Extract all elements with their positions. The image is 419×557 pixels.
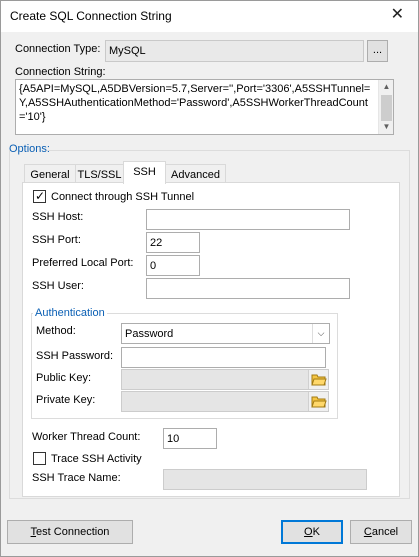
test-connection-label: est Connection (36, 526, 110, 538)
window-title: Create SQL Connection String (10, 9, 172, 23)
scroll-thumb[interactable] (381, 95, 392, 121)
ssh-trace-name-input[interactable] (163, 469, 367, 490)
private-key-input[interactable] (121, 391, 329, 412)
options-right-border (409, 150, 410, 498)
tab-advanced[interactable]: Advanced (165, 164, 226, 184)
ok-button[interactable]: OK (281, 520, 343, 544)
public-key-label: Public Key: (36, 372, 92, 384)
chevron-down-icon[interactable]: ⌵ (312, 324, 329, 343)
options-left-border (9, 150, 10, 498)
ssh-host-input[interactable] (146, 209, 350, 230)
trace-ssh-checkbox[interactable] (33, 452, 46, 465)
method-value: Password (125, 328, 174, 340)
public-key-browse-button[interactable] (308, 370, 328, 389)
ok-mnemonic: O (304, 526, 313, 538)
method-dropdown[interactable]: Password ⌵ (121, 323, 330, 344)
scroll-down-icon[interactable]: ▼ (379, 120, 393, 134)
ssh-port-input[interactable]: 22 (146, 232, 200, 253)
folder-open-icon (311, 374, 327, 386)
tab-tls-ssl[interactable]: TLS/SSL (75, 164, 124, 184)
method-label: Method: (36, 325, 76, 337)
connection-string-textarea[interactable]: {A5API=MySQL,A5DBVersion=5.7,Server='',P… (15, 79, 394, 135)
connection-type-field: MySQL (105, 40, 364, 62)
ssh-password-label: SSH Password: (36, 350, 114, 362)
options-divider (47, 150, 409, 151)
cancel-mnemonic: C (363, 526, 372, 538)
local-port-input[interactable]: 0 (146, 255, 200, 276)
ssh-tunnel-checkbox[interactable]: ✓ (33, 189, 46, 203)
trace-ssh-label: Trace SSH Activity (51, 453, 142, 465)
title-bar: Create SQL Connection String ✕ (1, 1, 418, 32)
ssh-port-label: SSH Port: (32, 234, 81, 246)
worker-thread-count-input[interactable]: 10 (163, 428, 217, 449)
browse-connection-type-button[interactable]: ... (367, 40, 388, 62)
options-label: Options: (9, 143, 50, 155)
connection-string-label: Connection String: (15, 66, 106, 78)
dialog-window: Create SQL Connection String ✕ Connectio… (0, 0, 419, 557)
worker-thread-count-label: Worker Thread Count: (32, 431, 141, 443)
connection-type-label: Connection Type: (15, 43, 101, 55)
local-port-label: Preferred Local Port: (32, 257, 134, 269)
ssh-tunnel-label: Connect through SSH Tunnel (51, 191, 195, 203)
tab-ssh[interactable]: SSH (123, 161, 166, 184)
ssh-user-label: SSH User: (32, 280, 84, 292)
cancel-button[interactable]: Cancel (350, 520, 412, 544)
ok-label: K (312, 526, 320, 538)
checkmark-icon: ✓ (35, 189, 46, 203)
ssh-password-input[interactable] (121, 347, 326, 368)
ssh-trace-name-label: SSH Trace Name: (32, 472, 121, 484)
cancel-label: ancel (371, 526, 399, 538)
tab-general[interactable]: General (24, 164, 76, 184)
ssh-host-label: SSH Host: (32, 211, 84, 223)
private-key-browse-button[interactable] (308, 392, 328, 411)
connection-string-text: {A5API=MySQL,A5DBVersion=5.7,Server='',P… (19, 83, 371, 123)
authentication-legend: Authentication (33, 307, 107, 319)
ssh-user-input[interactable] (146, 278, 350, 299)
scroll-up-icon[interactable]: ▲ (379, 80, 393, 94)
connection-string-scrollbar[interactable]: ▲ ▼ (378, 80, 393, 134)
private-key-label: Private Key: (36, 394, 96, 406)
public-key-input[interactable] (121, 369, 329, 390)
folder-open-icon (311, 396, 327, 408)
test-connection-button[interactable]: Test Connection (7, 520, 133, 544)
close-icon[interactable]: ✕ (391, 7, 404, 23)
options-bottom-border (9, 498, 410, 499)
